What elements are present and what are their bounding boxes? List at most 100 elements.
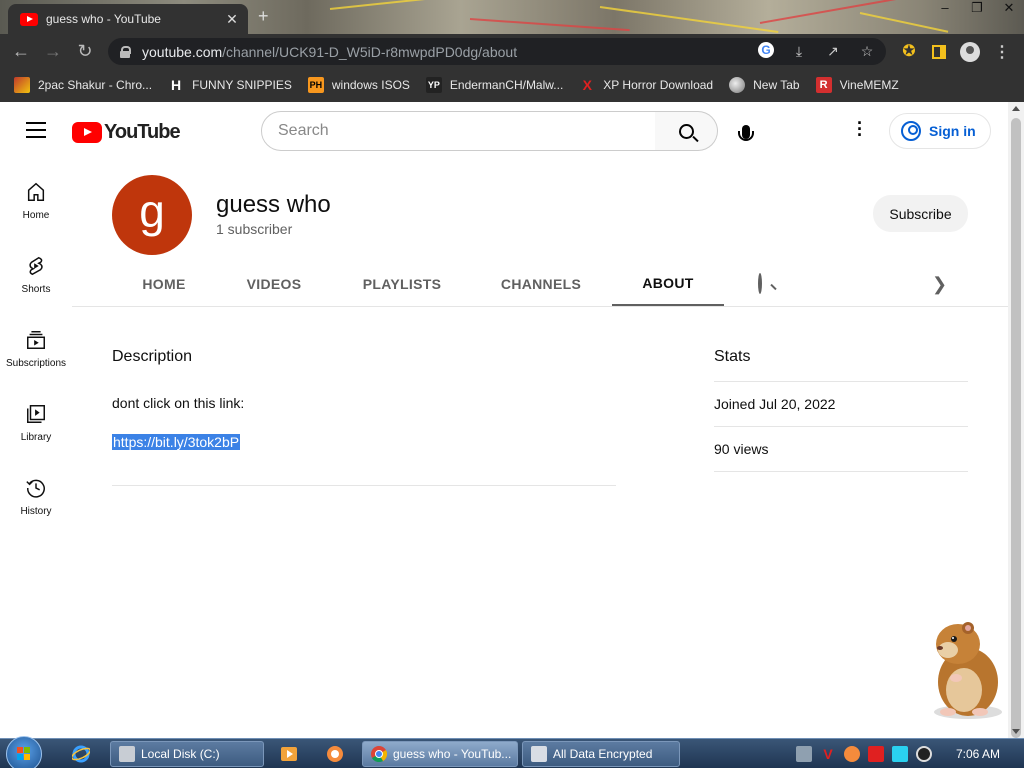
tab-playlists[interactable]: PLAYLISTS	[342, 262, 462, 306]
install-app-icon[interactable]: ⤓	[790, 42, 808, 60]
divider	[714, 426, 968, 427]
share-icon[interactable]: ↗	[824, 42, 842, 60]
hamburger-menu-icon[interactable]	[26, 122, 46, 138]
browser-extras: ✪ ⋮	[900, 42, 1010, 62]
browser-titlebar: guess who - YouTube ✕ + – ❐ ✕	[0, 0, 1024, 34]
taskbar-item-all-data-encrypted[interactable]: All Data Encrypted	[522, 741, 680, 767]
guide-item-home[interactable]: Home	[0, 166, 72, 240]
microphone-icon	[738, 125, 754, 141]
taskbar-item-local-disk[interactable]: Local Disk (C:)	[110, 741, 264, 767]
bookmark-label: FUNNY SNIPPIES	[192, 78, 292, 92]
reload-icon[interactable]: ↻	[74, 40, 96, 62]
search-button[interactable]	[655, 111, 718, 151]
minimize-button[interactable]: –	[938, 0, 952, 16]
omnibox-actions: G ⤓ ↗ ☆	[758, 42, 876, 60]
bookmark-item[interactable]: X XP Horror Download	[579, 77, 714, 93]
subscriptions-icon	[24, 328, 48, 352]
url-path: /channel/UCK91-D_W5iD-r8mwpdPD0dg/about	[222, 43, 518, 60]
channel-avatar[interactable]: g	[112, 175, 192, 255]
search-icon	[758, 273, 762, 294]
vertical-scrollbar[interactable]	[1008, 102, 1024, 738]
subscribe-button[interactable]: Subscribe	[873, 195, 968, 232]
url-text[interactable]: youtube.com/channel/UCK91-D_W5iD-r8mwpdP…	[142, 44, 517, 60]
flag-tray-icon[interactable]	[868, 746, 884, 762]
extensions-puzzle-icon[interactable]: ✪	[900, 43, 918, 61]
side-panel-icon[interactable]	[932, 45, 946, 59]
internet-explorer-icon[interactable]	[71, 745, 91, 763]
folder-icon	[119, 746, 135, 762]
joined-date: Joined Jul 20, 2022	[714, 396, 836, 412]
description-link[interactable]: https://bit.ly/3tok2bP	[112, 434, 241, 450]
guide-label: Subscriptions	[5, 358, 67, 369]
channel-name: guess who	[216, 191, 331, 218]
sign-in-label: Sign in	[929, 123, 976, 139]
library-icon	[24, 402, 48, 426]
back-arrow-icon[interactable]: ←	[10, 40, 32, 62]
tab-close-icon[interactable]: ✕	[224, 11, 240, 28]
record-tray-icon[interactable]	[916, 746, 932, 762]
description-text: dont click on this link:	[112, 395, 245, 411]
bookmark-item[interactable]: R VineMEMZ	[815, 77, 899, 93]
bookmark-label: windows ISOS	[331, 78, 410, 92]
divider	[714, 471, 968, 472]
tab-channels[interactable]: CHANNELS	[480, 262, 602, 306]
bookmark-item[interactable]: PH windows ISOS	[307, 77, 410, 93]
address-bar[interactable]: youtube.com/channel/UCK91-D_W5iD-r8mwpdP…	[108, 38, 886, 65]
taskbar-item-chrome[interactable]: guess who - YouTub...	[362, 741, 518, 767]
bookmark-item[interactable]: New Tab	[729, 77, 800, 93]
hamster-desktop-buddy[interactable]	[918, 612, 1008, 722]
guide-item-library[interactable]: Library	[0, 388, 72, 462]
forward-arrow-icon[interactable]: →	[42, 40, 64, 62]
guide-label: Library	[20, 432, 52, 443]
app-quicklaunch-icon[interactable]	[326, 745, 344, 763]
new-tab-button[interactable]: +	[258, 6, 269, 27]
youtube-logo[interactable]: YouTube	[72, 121, 181, 144]
guide-item-history[interactable]: History	[0, 462, 72, 536]
scroll-down-icon[interactable]	[1012, 729, 1020, 734]
tab-videos[interactable]: VIDEOS	[222, 262, 326, 306]
settings-kebab-icon[interactable]: · · ·	[852, 114, 868, 144]
search-input[interactable]	[278, 122, 655, 140]
system-clock[interactable]: 7:06 AM	[956, 747, 1000, 761]
channel-search-button[interactable]	[758, 273, 762, 294]
sign-in-button[interactable]: Sign in	[889, 113, 991, 149]
network-tray-icon[interactable]	[796, 746, 812, 762]
yp-icon: YP	[425, 77, 442, 93]
bookmark-item[interactable]: YP EndermanCH/Malw...	[425, 77, 563, 93]
letter-icon	[14, 77, 30, 93]
bookmark-label: XP Horror Download	[603, 78, 714, 92]
wallpaper-scribble	[859, 12, 949, 33]
chrome-menu-icon[interactable]: ⋮	[994, 42, 1010, 62]
tab-about[interactable]: ABOUT	[612, 262, 724, 306]
window-controls: – ❐ ✕	[938, 0, 1016, 16]
close-window-button[interactable]: ✕	[1002, 0, 1016, 16]
browser-tab[interactable]: guess who - YouTube ✕	[8, 4, 248, 34]
guide-item-shorts[interactable]: Shorts	[0, 240, 72, 314]
bookmark-item[interactable]: H FUNNY SNIPPIES	[168, 77, 292, 93]
profile-avatar-icon[interactable]	[960, 42, 980, 62]
bookmark-star-icon[interactable]: ☆	[858, 42, 876, 60]
bookmark-item[interactable]: 2pac Shakur - Chro...	[14, 77, 152, 93]
tray-app-icon[interactable]	[844, 746, 860, 762]
v-tray-icon[interactable]: V	[820, 746, 836, 762]
voice-search-button[interactable]	[728, 114, 764, 150]
view-count: 90 views	[714, 441, 769, 457]
media-player-icon[interactable]	[280, 745, 298, 763]
bookmark-label: 2pac Shakur - Chro...	[38, 78, 153, 92]
guide-label: Home	[22, 210, 50, 221]
lock-icon	[120, 45, 131, 58]
chevron-right-icon[interactable]: ❯	[932, 274, 947, 295]
divider	[112, 485, 616, 486]
google-lens-icon[interactable]: G	[758, 42, 774, 58]
scroll-thumb[interactable]	[1011, 118, 1021, 738]
task-label: Local Disk (C:)	[141, 747, 220, 761]
windows-taskbar: Local Disk (C:) guess who - YouTub... Al…	[0, 736, 1024, 768]
channel-tabs: HOME VIDEOS PLAYLISTS CHANNELS ABOUT ❯	[72, 262, 1008, 307]
display-tray-icon[interactable]	[892, 746, 908, 762]
restore-button[interactable]: ❐	[970, 0, 984, 16]
scroll-up-icon[interactable]	[1012, 106, 1020, 111]
tab-title: guess who - YouTube	[46, 12, 161, 26]
guide-item-subscriptions[interactable]: Subscriptions	[0, 314, 72, 388]
start-orb-button[interactable]	[6, 736, 42, 768]
tab-home[interactable]: HOME	[112, 262, 216, 306]
